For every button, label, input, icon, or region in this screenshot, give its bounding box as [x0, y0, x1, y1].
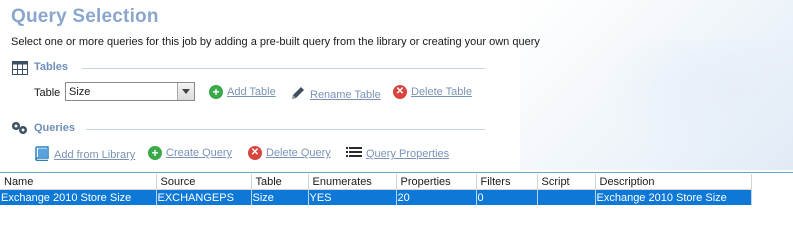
table-select[interactable]: Size: [65, 82, 195, 101]
column-header-name[interactable]: Name: [0, 174, 157, 190]
tables-section-divider: [82, 68, 485, 69]
column-header-description[interactable]: Description: [595, 174, 752, 190]
rename-table-label: Rename Table: [310, 88, 381, 101]
column-header-properties[interactable]: Properties: [396, 174, 477, 190]
queries-section-divider: [86, 129, 485, 130]
add-from-library-label: Add from Library: [54, 149, 136, 161]
page-title: Query Selection: [11, 6, 159, 27]
cell-source: EXCHANGEPS: [156, 189, 252, 205]
table-select-value: Size: [69, 86, 91, 98]
gears-icon: [11, 121, 29, 138]
column-header-filters[interactable]: Filters: [476, 174, 538, 190]
grid-header-row: Name Source Table Enumerates Properties …: [0, 174, 752, 190]
delete-table-label: Delete Table: [411, 86, 472, 98]
cell-filters: 0: [476, 189, 538, 205]
create-query-button[interactable]: + Create Query: [148, 146, 232, 160]
table-row[interactable]: Exchange 2010 Store Size EXCHANGEPS Size…: [0, 189, 752, 205]
background-graphic-glow: [600, 40, 793, 160]
delete-query-button[interactable]: ✕ Delete Query: [248, 146, 331, 160]
cell-description: Exchange 2010 Store Size: [595, 189, 752, 205]
rename-table-button[interactable]: Rename Table: [290, 85, 381, 104]
cell-table: Size: [251, 189, 309, 205]
delete-table-button[interactable]: ✕ Delete Table: [393, 85, 472, 99]
queries-section-title: Queries: [34, 122, 75, 134]
column-header-script[interactable]: Script: [537, 174, 596, 190]
x-circle-icon: ✕: [248, 146, 262, 160]
column-header-source[interactable]: Source: [156, 174, 252, 190]
query-properties-label: Query Properties: [366, 148, 450, 160]
add-table-button[interactable]: + Add Table: [209, 85, 276, 99]
cell-properties: 20: [396, 189, 477, 205]
tables-section-title: Tables: [34, 61, 69, 73]
create-query-label: Create Query: [166, 147, 233, 159]
page-subtitle: Select one or more queries for this job …: [11, 36, 540, 48]
column-header-table[interactable]: Table: [251, 174, 309, 190]
add-from-library-button[interactable]: Add from Library: [34, 146, 135, 164]
query-properties-button[interactable]: Query Properties: [346, 146, 449, 162]
pencil-icon: [290, 85, 306, 104]
x-circle-icon: ✕: [393, 85, 407, 99]
book-icon: [34, 146, 50, 164]
plus-circle-icon: +: [148, 146, 162, 160]
cell-enumerates: YES: [308, 189, 397, 205]
cell-name: Exchange 2010 Store Size: [0, 189, 157, 205]
grid-top-border: [0, 172, 793, 173]
delete-query-label: Delete Query: [266, 147, 331, 159]
table-label: Table: [34, 87, 61, 99]
add-table-label: Add Table: [227, 86, 276, 98]
column-header-enumerates[interactable]: Enumerates: [308, 174, 397, 190]
table-grid-icon: [12, 61, 28, 78]
plus-circle-icon: +: [209, 85, 223, 99]
cell-script: [537, 189, 596, 205]
queries-grid[interactable]: Name Source Table Enumerates Properties …: [0, 174, 752, 205]
table-select-dropdown-button[interactable]: [177, 83, 194, 100]
chevron-down-icon: [182, 89, 190, 94]
list-icon: [346, 146, 362, 162]
